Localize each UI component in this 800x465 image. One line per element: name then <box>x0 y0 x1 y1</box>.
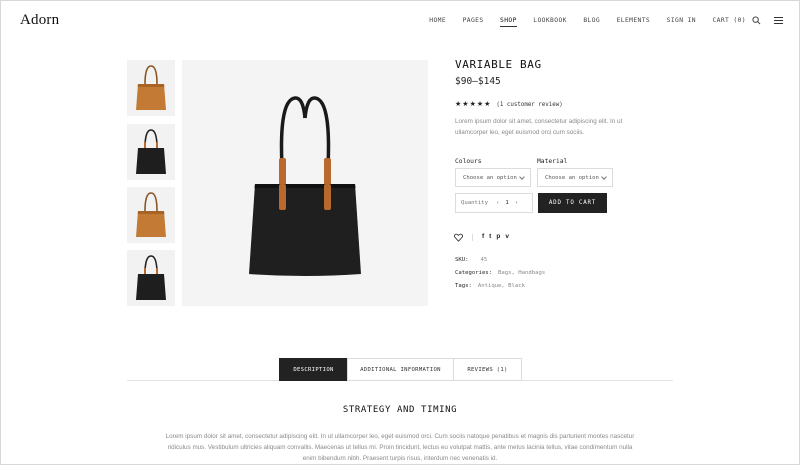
meta-label: Categories: <box>455 270 493 276</box>
tab-description[interactable]: DESCRIPTION <box>279 358 348 381</box>
quantity-stepper[interactable]: Quantity ‹ 1 › <box>455 193 533 213</box>
material-label: Material <box>537 158 568 165</box>
colours-label: Colours <box>455 158 482 165</box>
social-share: f t p v <box>482 233 509 240</box>
quantity-decrease-button[interactable]: ‹ <box>496 200 499 206</box>
main-product-image[interactable] <box>182 60 428 306</box>
pinterest-icon[interactable]: p <box>496 233 500 240</box>
main-nav: HOME PAGES SHOP LOOKBOOK BLOG ELEMENTS S… <box>413 17 746 27</box>
description-text: Lorem ipsum dolor sit amet, consectetur … <box>165 433 635 462</box>
product-tabs: DESCRIPTION ADDITIONAL INFORMATION REVIE… <box>279 358 522 381</box>
bag-image <box>136 192 166 237</box>
thumbnail-black-bag[interactable] <box>127 124 175 180</box>
nav-lookbook[interactable]: LOOKBOOK <box>533 17 567 27</box>
tab-reviews[interactable]: REVIEWS (1) <box>453 358 522 381</box>
nav-home[interactable]: HOME <box>429 17 446 27</box>
quantity-value[interactable]: 1 <box>505 200 508 206</box>
meta-label: Tags: <box>455 283 472 289</box>
product-rating: ★ ★ ★ ★ ★ (1 customer review) <box>455 101 563 108</box>
description-title: STRATEGY AND TIMING <box>342 405 458 415</box>
star-rating: ★ ★ ★ ★ ★ <box>455 101 490 108</box>
bag-image <box>136 255 166 300</box>
chevron-down-icon <box>519 174 525 180</box>
product-price: $90–$145 <box>455 76 501 87</box>
bag-image <box>136 129 166 174</box>
star-icon: ★ <box>476 101 484 108</box>
meta-value: 45 <box>480 257 488 263</box>
star-icon: ★ <box>462 101 469 108</box>
nav-elements[interactable]: ELEMENTS <box>617 17 651 27</box>
chevron-down-icon <box>601 174 607 180</box>
material-select-value: Choose an option <box>545 174 599 181</box>
meta-categories: Categories: Bags, Handbags <box>455 270 545 276</box>
nav-cart[interactable]: CART (0) <box>712 17 746 27</box>
meta-value-link[interactable]: Antique, Black <box>478 283 525 289</box>
nav-sign-in[interactable]: SIGN IN <box>667 17 696 27</box>
quantity-increase-button[interactable]: › <box>515 200 518 206</box>
heart-icon[interactable] <box>454 233 463 242</box>
search-icon[interactable] <box>752 16 761 25</box>
tumblr-icon[interactable]: t <box>489 233 491 240</box>
meta-label: SKU: <box>455 257 469 263</box>
add-to-cart-button[interactable]: ADD TO CART <box>538 193 607 213</box>
star-icon: ★ <box>469 101 476 108</box>
thumbnail-tan-bag[interactable] <box>127 60 175 116</box>
tab-additional-information[interactable]: ADDITIONAL INFORMATION <box>347 358 454 381</box>
thumbnail-black-bag[interactable] <box>127 250 175 306</box>
review-count-link[interactable]: (1 customer review) <box>496 102 562 108</box>
quantity-label: Quantity <box>461 200 488 206</box>
star-icon: ★ <box>455 101 462 108</box>
nav-blog[interactable]: BLOG <box>583 17 600 27</box>
meta-tags: Tags: Antique, Black <box>455 283 525 289</box>
facebook-icon[interactable]: f <box>482 233 484 240</box>
site-logo[interactable]: Adorn <box>20 12 59 29</box>
material-select[interactable]: Choose an option <box>537 168 613 187</box>
colours-select[interactable]: Choose an option <box>455 168 531 187</box>
short-description: Lorem ipsum dolor sit amet, consectetur … <box>455 118 623 136</box>
nav-shop[interactable]: SHOP <box>500 17 517 27</box>
meta-value-link[interactable]: Bags, Handbags <box>498 270 545 276</box>
thumbnail-tan-bag[interactable] <box>127 187 175 243</box>
nav-pages[interactable]: PAGES <box>463 17 484 27</box>
bag-image <box>136 65 166 110</box>
meta-sku: SKU: 45 <box>455 257 487 263</box>
star-icon: ★ <box>484 101 491 108</box>
hamburger-menu-icon[interactable] <box>774 17 783 24</box>
divider <box>472 234 473 241</box>
product-title: VARIABLE BAG <box>455 58 542 71</box>
vk-icon[interactable]: v <box>505 233 509 240</box>
colours-select-value: Choose an option <box>463 174 517 181</box>
black-tote-bag-image <box>249 96 361 276</box>
